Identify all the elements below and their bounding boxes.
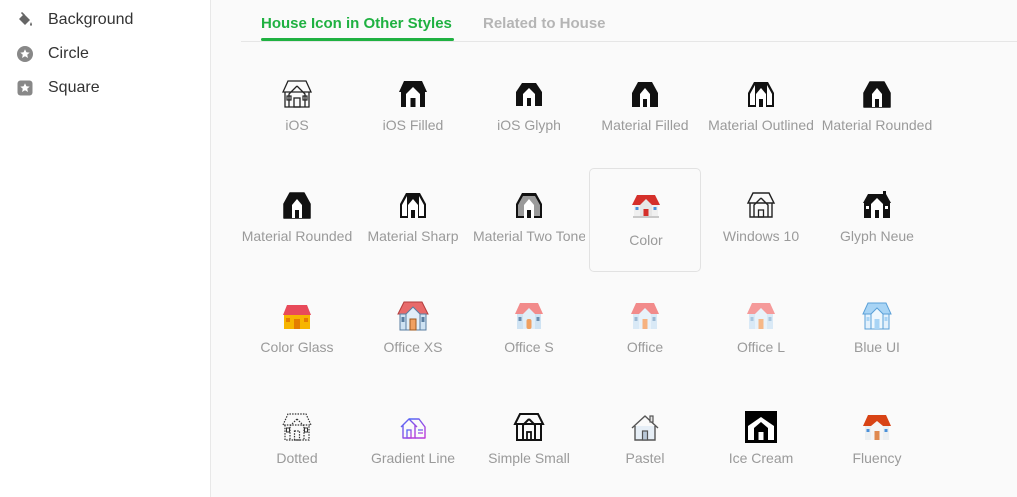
icon-style-label: Color: [629, 232, 663, 248]
icon-cell-simple-small[interactable]: Simple Small: [473, 400, 585, 497]
icon-style-label: iOS Filled: [382, 117, 444, 133]
sidebar-item-square[interactable]: Square: [16, 73, 196, 103]
icon-style-label: Ice Cream: [728, 450, 794, 466]
icon-cell-office-s[interactable]: Office S: [473, 289, 585, 393]
icon-style-label: Color Glass: [260, 339, 334, 355]
icon-cell-material-rounded-2[interactable]: Material Rounded: [241, 178, 353, 282]
sidebar: Background Circle Square: [0, 0, 211, 497]
icon-cell-material-rounded[interactable]: Material Rounded: [821, 67, 933, 171]
icon-style-label: Material Two Tone: [473, 228, 585, 244]
icon-cell-windows-10[interactable]: Windows 10: [705, 178, 817, 282]
icon-style-label: Office L: [737, 339, 785, 355]
house-icon: [513, 411, 545, 443]
icon-cell-pastel[interactable]: Pastel: [589, 400, 701, 497]
sidebar-item-background[interactable]: Background: [16, 5, 196, 35]
icon-cell-dotted[interactable]: Dotted: [241, 400, 353, 497]
house-icon: [861, 78, 893, 110]
icon-cell-office-l[interactable]: Office L: [705, 289, 817, 393]
house-icon: [397, 411, 429, 443]
house-icon: [745, 78, 777, 110]
house-icon: [513, 189, 545, 221]
icon-style-label: Material Sharp: [367, 228, 459, 244]
icon-cell-blue-ui[interactable]: Blue UI: [821, 289, 933, 393]
house-icon: [745, 189, 777, 221]
icon-style-label: iOS: [285, 117, 309, 133]
tab-house-icon-other-styles[interactable]: House Icon in Other Styles: [261, 15, 452, 32]
icon-style-label: Simple Small: [488, 450, 570, 466]
house-icon: [745, 300, 777, 332]
icon-cell-ios-glyph[interactable]: iOS Glyph: [473, 67, 585, 171]
icon-style-label: iOS Glyph: [497, 117, 561, 133]
house-icon: [861, 411, 893, 443]
house-icon: [397, 78, 429, 110]
icon-cell-office[interactable]: Office: [589, 289, 701, 393]
icon-style-label: Gradient Line: [370, 450, 456, 466]
style-tabs: House Icon in Other Styles Related to Ho…: [241, 0, 1017, 42]
house-icon: [281, 300, 313, 332]
icon-cell-color-glass[interactable]: Color Glass: [241, 289, 353, 393]
icon-style-label: Office: [626, 339, 664, 355]
icon-cell-ios-filled[interactable]: iOS Filled: [357, 67, 469, 171]
icon-cell-gradient-line[interactable]: Gradient Line: [357, 400, 469, 497]
icon-style-label: Office S: [504, 339, 554, 355]
icon-cell-ice-cream[interactable]: Ice Cream: [705, 400, 817, 497]
icon-style-label: Material Filled: [601, 117, 689, 133]
icon-style-label: Pastel: [625, 450, 665, 466]
house-icon: [397, 300, 429, 332]
house-icon: [630, 190, 662, 222]
icon-style-label: Material Rounded: [241, 228, 353, 244]
house-icon: [629, 78, 661, 110]
active-tab-indicator: [261, 38, 454, 41]
house-icon: [745, 411, 777, 443]
star-square-icon: [16, 79, 34, 97]
icon-cell-material-outlined[interactable]: Material Outlined: [705, 67, 817, 171]
icon-styles-page: Background Circle Square House Icon in O…: [0, 0, 1017, 497]
house-icon: [513, 78, 545, 110]
house-icon: [281, 78, 313, 110]
icon-cell-office-xs[interactable]: Office XS: [357, 289, 469, 393]
icon-cell-material-filled[interactable]: Material Filled: [589, 67, 701, 171]
icon-cell-glyph-neue[interactable]: Glyph Neue: [821, 178, 933, 282]
tab-related-to-house[interactable]: Related to House: [483, 15, 606, 32]
icon-cell-ios[interactable]: iOS: [241, 67, 353, 171]
icon-style-label: Office XS: [383, 339, 443, 355]
icon-style-label: Glyph Neue: [840, 228, 914, 244]
icon-style-label: Fluency: [852, 450, 902, 466]
sidebar-item-label: Square: [48, 79, 100, 96]
icon-style-label: Blue UI: [854, 339, 900, 355]
sidebar-item-label: Background: [48, 11, 134, 28]
star-circle-icon: [16, 45, 34, 63]
house-icon: [397, 189, 429, 221]
house-icon: [629, 300, 661, 332]
sidebar-item-label: Circle: [48, 45, 89, 62]
paint-bucket-icon: [16, 11, 34, 29]
icon-style-label: Material Rounded: [821, 117, 933, 133]
icon-cell-fluency[interactable]: Fluency: [821, 400, 933, 497]
icon-style-label: Material Outlined: [708, 117, 814, 133]
house-icon: [629, 411, 661, 443]
house-icon: [513, 300, 545, 332]
icon-cell-material-sharp[interactable]: Material Sharp: [357, 178, 469, 282]
sidebar-item-circle[interactable]: Circle: [16, 39, 196, 69]
house-icon: [861, 189, 893, 221]
icon-cell-material-two-tone[interactable]: Material Two Tone: [473, 178, 585, 282]
icon-style-label: Windows 10: [722, 228, 800, 244]
house-icon: [281, 411, 313, 443]
house-icon: [861, 300, 893, 332]
icon-cell-color[interactable]: Color: [589, 168, 701, 272]
icon-style-label: Dotted: [276, 450, 318, 466]
house-icon: [281, 189, 313, 221]
